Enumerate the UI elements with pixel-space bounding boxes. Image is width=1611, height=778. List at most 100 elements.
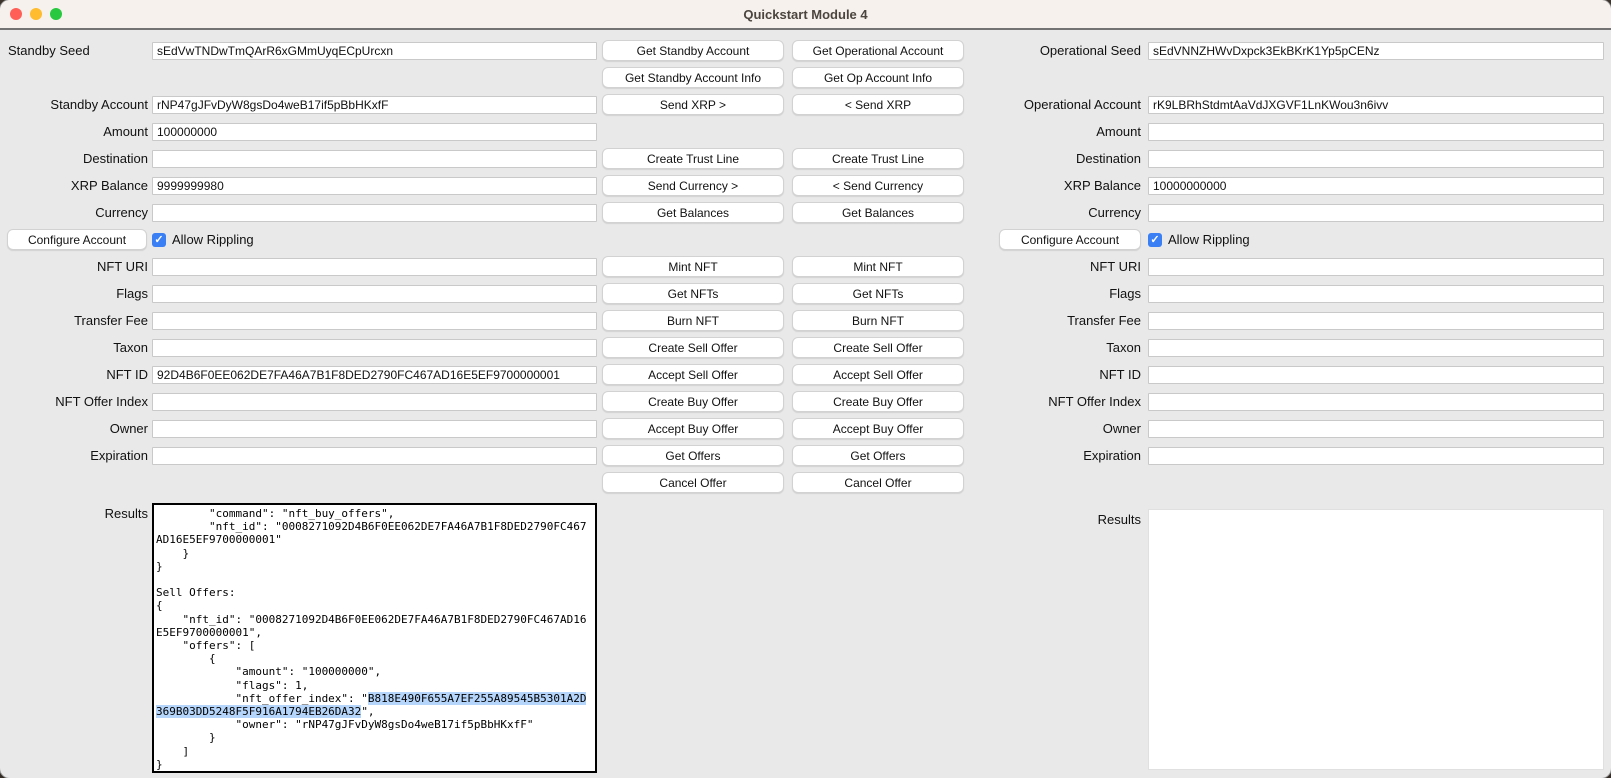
titlebar: Quickstart Module 4 bbox=[0, 0, 1611, 30]
standby-nft-id-input[interactable] bbox=[152, 366, 597, 384]
standby-taxon-input[interactable] bbox=[152, 339, 597, 357]
minimize-button[interactable] bbox=[30, 8, 42, 20]
get-nfts-operational-button[interactable]: Get NFTs bbox=[792, 283, 964, 304]
configure-account-operational-button[interactable]: Configure Account bbox=[999, 229, 1141, 250]
row-nft-offer-index: NFT Offer Index Create Buy Offer Create … bbox=[0, 388, 1611, 415]
operational-expiration-input[interactable] bbox=[1148, 447, 1604, 465]
accept-buy-offer-standby-button[interactable]: Accept Buy Offer bbox=[602, 418, 784, 439]
operational-seed-input[interactable] bbox=[1148, 42, 1604, 60]
window-controls bbox=[10, 0, 62, 28]
allow-rippling-standby-checkbox[interactable]: ✓ bbox=[152, 233, 166, 247]
get-offers-standby-button[interactable]: Get Offers bbox=[602, 445, 784, 466]
standby-currency-label: Currency bbox=[0, 205, 152, 220]
standby-account-input[interactable] bbox=[152, 96, 597, 114]
operational-nft-id-label: NFT ID bbox=[964, 367, 1148, 382]
form-area: Standby Seed Get Standby Account Get Ope… bbox=[0, 30, 1611, 773]
send-xrp-left-button[interactable]: < Send XRP bbox=[792, 94, 964, 115]
standby-flags-input[interactable] bbox=[152, 285, 597, 303]
operational-destination-input[interactable] bbox=[1148, 150, 1604, 168]
accept-buy-offer-operational-button[interactable]: Accept Buy Offer bbox=[792, 418, 964, 439]
standby-transfer-fee-label: Transfer Fee bbox=[0, 313, 152, 328]
standby-results-textarea[interactable]: "command": "nft_buy_offers", "nft_id": "… bbox=[152, 503, 597, 773]
row-owner: Owner Accept Buy Offer Accept Buy Offer … bbox=[0, 415, 1611, 442]
create-trust-line-standby-button[interactable]: Create Trust Line bbox=[602, 148, 784, 169]
create-buy-offer-standby-button[interactable]: Create Buy Offer bbox=[602, 391, 784, 412]
operational-results-textarea[interactable] bbox=[1148, 509, 1604, 770]
operational-owner-input[interactable] bbox=[1148, 420, 1604, 438]
checkmark-icon: ✓ bbox=[154, 234, 163, 246]
get-operational-account-button[interactable]: Get Operational Account bbox=[792, 40, 964, 61]
row-nft-id: NFT ID Accept Sell Offer Accept Sell Off… bbox=[0, 361, 1611, 388]
standby-seed-input[interactable] bbox=[152, 42, 597, 60]
get-nfts-standby-button[interactable]: Get NFTs bbox=[602, 283, 784, 304]
standby-owner-label: Owner bbox=[0, 421, 152, 436]
operational-transfer-fee-label: Transfer Fee bbox=[964, 313, 1148, 328]
standby-balance-label: XRP Balance bbox=[0, 178, 152, 193]
standby-nft-offer-index-input[interactable] bbox=[152, 393, 597, 411]
zoom-button[interactable] bbox=[50, 8, 62, 20]
standby-amount-input[interactable] bbox=[152, 123, 597, 141]
standby-nft-uri-input[interactable] bbox=[152, 258, 597, 276]
standby-nft-offer-index-label: NFT Offer Index bbox=[0, 394, 152, 409]
get-balances-operational-button[interactable]: Get Balances bbox=[792, 202, 964, 223]
standby-currency-input[interactable] bbox=[152, 204, 597, 222]
operational-nft-offer-index-label: NFT Offer Index bbox=[964, 394, 1148, 409]
standby-balance-input[interactable] bbox=[152, 177, 597, 195]
mint-nft-standby-button[interactable]: Mint NFT bbox=[602, 256, 784, 277]
send-xrp-right-button[interactable]: Send XRP > bbox=[602, 94, 784, 115]
create-buy-offer-operational-button[interactable]: Create Buy Offer bbox=[792, 391, 964, 412]
operational-balance-input[interactable] bbox=[1148, 177, 1604, 195]
operational-nft-offer-index-input[interactable] bbox=[1148, 393, 1604, 411]
get-op-account-info-button[interactable]: Get Op Account Info bbox=[792, 67, 964, 88]
operational-amount-input[interactable] bbox=[1148, 123, 1604, 141]
checkmark-icon: ✓ bbox=[1150, 234, 1159, 246]
standby-expiration-input[interactable] bbox=[152, 447, 597, 465]
operational-currency-input[interactable] bbox=[1148, 204, 1604, 222]
create-sell-offer-standby-button[interactable]: Create Sell Offer bbox=[602, 337, 784, 358]
send-currency-right-button[interactable]: Send Currency > bbox=[602, 175, 784, 196]
operational-account-label: Operational Account bbox=[964, 97, 1148, 112]
operational-currency-label: Currency bbox=[964, 205, 1148, 220]
get-standby-account-button[interactable]: Get Standby Account bbox=[602, 40, 784, 61]
row-account-info: Get Standby Account Info Get Op Account … bbox=[0, 64, 1611, 91]
burn-nft-standby-button[interactable]: Burn NFT bbox=[602, 310, 784, 331]
row-nft-uri: NFT URI Mint NFT Mint NFT NFT URI bbox=[0, 253, 1611, 280]
operational-owner-label: Owner bbox=[964, 421, 1148, 436]
close-button[interactable] bbox=[10, 8, 22, 20]
accept-sell-offer-standby-button[interactable]: Accept Sell Offer bbox=[602, 364, 784, 385]
create-sell-offer-operational-button[interactable]: Create Sell Offer bbox=[792, 337, 964, 358]
operational-amount-label: Amount bbox=[964, 124, 1148, 139]
send-currency-left-button[interactable]: < Send Currency bbox=[792, 175, 964, 196]
row-currency: Currency Get Balances Get Balances Curre… bbox=[0, 199, 1611, 226]
create-trust-line-operational-button[interactable]: Create Trust Line bbox=[792, 148, 964, 169]
standby-destination-input[interactable] bbox=[152, 150, 597, 168]
row-seed: Standby Seed Get Standby Account Get Ope… bbox=[0, 37, 1611, 64]
operational-transfer-fee-input[interactable] bbox=[1148, 312, 1604, 330]
get-balances-standby-button[interactable]: Get Balances bbox=[602, 202, 784, 223]
cancel-offer-standby-button[interactable]: Cancel Offer bbox=[602, 472, 784, 493]
cancel-offer-operational-button[interactable]: Cancel Offer bbox=[792, 472, 964, 493]
accept-sell-offer-operational-button[interactable]: Accept Sell Offer bbox=[792, 364, 964, 385]
operational-nft-uri-input[interactable] bbox=[1148, 258, 1604, 276]
operational-flags-input[interactable] bbox=[1148, 285, 1604, 303]
standby-seed-label: Standby Seed bbox=[0, 43, 152, 58]
configure-account-standby-button[interactable]: Configure Account bbox=[7, 229, 147, 250]
operational-account-input[interactable] bbox=[1148, 96, 1604, 114]
standby-taxon-label: Taxon bbox=[0, 340, 152, 355]
operational-taxon-input[interactable] bbox=[1148, 339, 1604, 357]
app-window: Quickstart Module 4 Standby Seed Get Sta… bbox=[0, 0, 1611, 778]
standby-owner-input[interactable] bbox=[152, 420, 597, 438]
burn-nft-operational-button[interactable]: Burn NFT bbox=[792, 310, 964, 331]
get-offers-operational-button[interactable]: Get Offers bbox=[792, 445, 964, 466]
allow-rippling-operational-checkbox[interactable]: ✓ bbox=[1148, 233, 1162, 247]
allow-rippling-operational-label: Allow Rippling bbox=[1168, 232, 1250, 247]
mint-nft-operational-button[interactable]: Mint NFT bbox=[792, 256, 964, 277]
operational-nft-id-input[interactable] bbox=[1148, 366, 1604, 384]
allow-rippling-standby-label: Allow Rippling bbox=[172, 232, 254, 247]
get-standby-account-info-button[interactable]: Get Standby Account Info bbox=[602, 67, 784, 88]
row-configure: Configure Account ✓ Allow Rippling Confi… bbox=[0, 226, 1611, 253]
standby-nft-id-label: NFT ID bbox=[0, 367, 152, 382]
operational-destination-label: Destination bbox=[964, 151, 1148, 166]
window-title: Quickstart Module 4 bbox=[743, 7, 867, 22]
standby-transfer-fee-input[interactable] bbox=[152, 312, 597, 330]
